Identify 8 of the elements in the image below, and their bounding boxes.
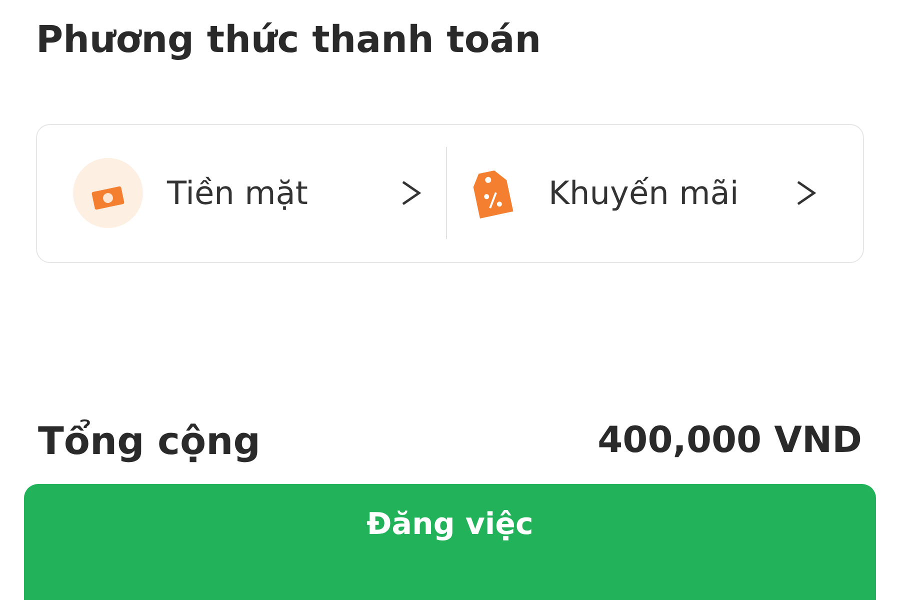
cash-icon <box>73 158 143 228</box>
payment-option[interactable]: Tiền mặt <box>167 169 400 218</box>
chevron-right-icon[interactable] <box>795 179 817 208</box>
section-title: Phương thức thanh toán <box>36 18 542 61</box>
payment-option[interactable]: Khuyến mãi <box>548 169 795 218</box>
chevron-right-icon[interactable] <box>400 179 422 208</box>
total-amount: 400,000 VND <box>598 419 862 464</box>
total-label: Tổng cộng <box>38 418 260 465</box>
